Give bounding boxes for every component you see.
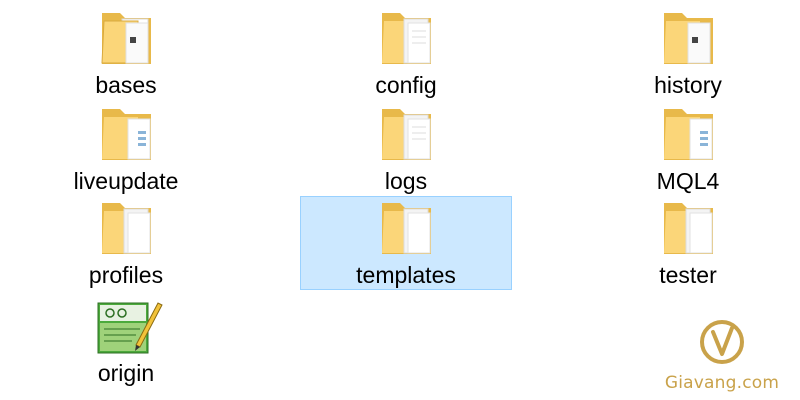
- watermark-text: Giavang.com: [664, 373, 780, 393]
- folder-icon: [368, 7, 444, 69]
- file-item-origin[interactable]: origin: [20, 294, 232, 388]
- folder-icon: [88, 7, 164, 69]
- folder-item-history[interactable]: history: [582, 6, 794, 100]
- item-label: templates: [356, 262, 456, 288]
- item-label: profiles: [88, 262, 164, 288]
- folder-item-liveupdate[interactable]: liveupdate: [20, 102, 232, 196]
- folder-item-logs[interactable]: logs: [300, 102, 512, 196]
- folder-icon: [650, 103, 726, 165]
- item-label: liveupdate: [73, 168, 179, 194]
- item-label: origin: [97, 360, 155, 386]
- folder-item-profiles[interactable]: profiles: [20, 196, 232, 290]
- folder-icon: [368, 103, 444, 165]
- item-label: logs: [384, 168, 428, 194]
- item-label: bases: [95, 72, 157, 98]
- folder-icon: [88, 103, 164, 165]
- folder-item-config[interactable]: config: [300, 6, 512, 100]
- watermark: Giavang.com: [652, 318, 792, 393]
- folder-item-mql4[interactable]: MQL4: [582, 102, 794, 196]
- notepad-file-icon: [88, 295, 164, 357]
- item-label: config: [375, 72, 437, 98]
- watermark-logo-icon: [698, 318, 746, 371]
- folder-item-tester[interactable]: tester: [582, 196, 794, 290]
- item-label: history: [654, 72, 722, 98]
- folder-item-bases[interactable]: bases: [20, 6, 232, 100]
- folder-item-templates[interactable]: templates: [300, 196, 512, 290]
- file-explorer-view: bases config history liveupdate logs MQL…: [0, 0, 800, 400]
- folder-icon: [650, 197, 726, 259]
- item-label: tester: [659, 262, 717, 288]
- item-label: MQL4: [656, 168, 720, 194]
- folder-icon: [368, 197, 444, 259]
- folder-icon: [88, 197, 164, 259]
- folder-icon: [650, 7, 726, 69]
